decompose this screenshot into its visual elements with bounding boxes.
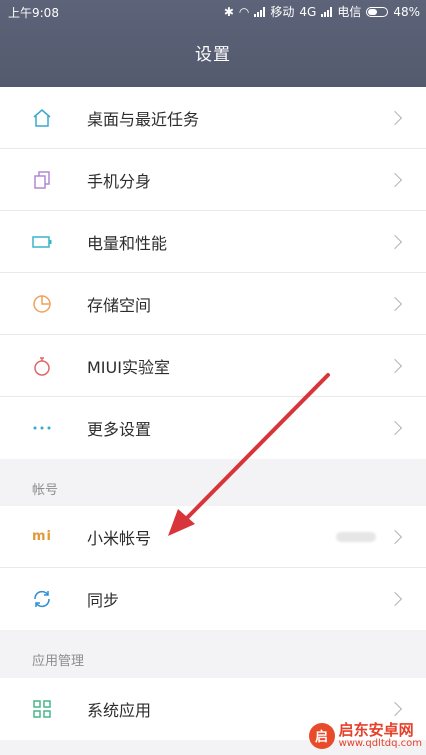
- page-title: 设置: [195, 45, 231, 65]
- settings-item-label: 更多设置: [87, 420, 152, 439]
- more-icon: [30, 416, 54, 440]
- sync-icon: [30, 587, 54, 611]
- watermark-logo-icon: 启: [308, 722, 335, 749]
- settings-item-label: 同步: [87, 591, 120, 610]
- chevron-right-icon: [387, 529, 403, 544]
- settings-item-label: 小米帐号: [87, 528, 152, 548]
- account-value-blurred: [336, 531, 376, 542]
- chevron-right-icon: [387, 701, 403, 717]
- chevron-right-icon: [387, 591, 403, 607]
- status-indicators: ✱ ◠ 移动 4G 电信 48%: [224, 3, 420, 20]
- mi-logo-icon: mi: [31, 529, 52, 544]
- chevron-right-icon: [387, 234, 403, 249]
- signal-icon: [254, 6, 266, 17]
- chevron-right-icon: [387, 172, 403, 187]
- network-type: 4G: [299, 4, 317, 19]
- settings-item-mi-account[interactable]: mi 小米帐号: [0, 506, 426, 568]
- settings-item-label: MIUI实验室: [87, 357, 170, 377]
- chevron-right-icon: [387, 296, 403, 311]
- chevron-right-icon: [387, 110, 403, 125]
- chevron-right-icon: [387, 358, 403, 373]
- signal-icon-2: [321, 6, 333, 17]
- settings-group-account: mi 小米帐号 同步: [0, 506, 426, 630]
- settings-item-label: 桌面与最近任务: [87, 109, 200, 129]
- app-header: 上午9:08 ✱ ◠ 移动 4G 电信 48% 设置: [0, 0, 426, 90]
- watermark-brand: 启东安卓网: [338, 720, 414, 739]
- watermark: 启 启东安卓网 www.qdltdq.com: [308, 720, 422, 749]
- bluetooth-icon: ✱: [223, 4, 234, 19]
- carrier-1: 移动: [270, 5, 295, 19]
- battery-icon: [30, 230, 54, 254]
- settings-item-label: 手机分身: [87, 171, 152, 191]
- chevron-right-icon: [387, 420, 403, 436]
- settings-item-sync[interactable]: 同步: [0, 568, 426, 630]
- settings-item-label: 存储空间: [87, 295, 152, 315]
- settings-item-second-space[interactable]: 手机分身: [0, 149, 426, 211]
- settings-item-desktop[interactable]: 桌面与最近任务: [0, 87, 426, 149]
- grid-icon: [30, 697, 54, 721]
- settings-item-label: 系统应用: [87, 701, 152, 720]
- settings-item-battery[interactable]: 电量和性能: [0, 211, 426, 273]
- home-icon: [30, 106, 54, 130]
- settings-item-label: 电量和性能: [87, 233, 168, 253]
- settings-item-more[interactable]: 更多设置: [0, 397, 426, 459]
- status-bar: 上午9:08 ✱ ◠ 移动 4G 电信 48%: [0, 0, 426, 24]
- pie-icon: [30, 292, 54, 316]
- battery-icon: [366, 6, 389, 17]
- flask-icon: [30, 354, 54, 378]
- clone-icon: [30, 168, 54, 192]
- watermark-url: www.qdltdq.com: [338, 737, 422, 749]
- settings-group-general: 桌面与最近任务 手机分身 电量和性能 存储空间 MIUI实验室 更多设置: [0, 87, 426, 459]
- section-title-apps: 应用管理: [32, 654, 85, 669]
- settings-item-miui-lab[interactable]: MIUI实验室: [0, 335, 426, 397]
- status-time: 上午9:08: [8, 6, 59, 20]
- carrier-2: 电信: [337, 5, 362, 19]
- section-title-account: 帐号: [32, 483, 59, 498]
- settings-item-storage[interactable]: 存储空间: [0, 273, 426, 335]
- battery-percent: 48%: [393, 4, 420, 19]
- wifi-icon: ◠: [238, 4, 250, 19]
